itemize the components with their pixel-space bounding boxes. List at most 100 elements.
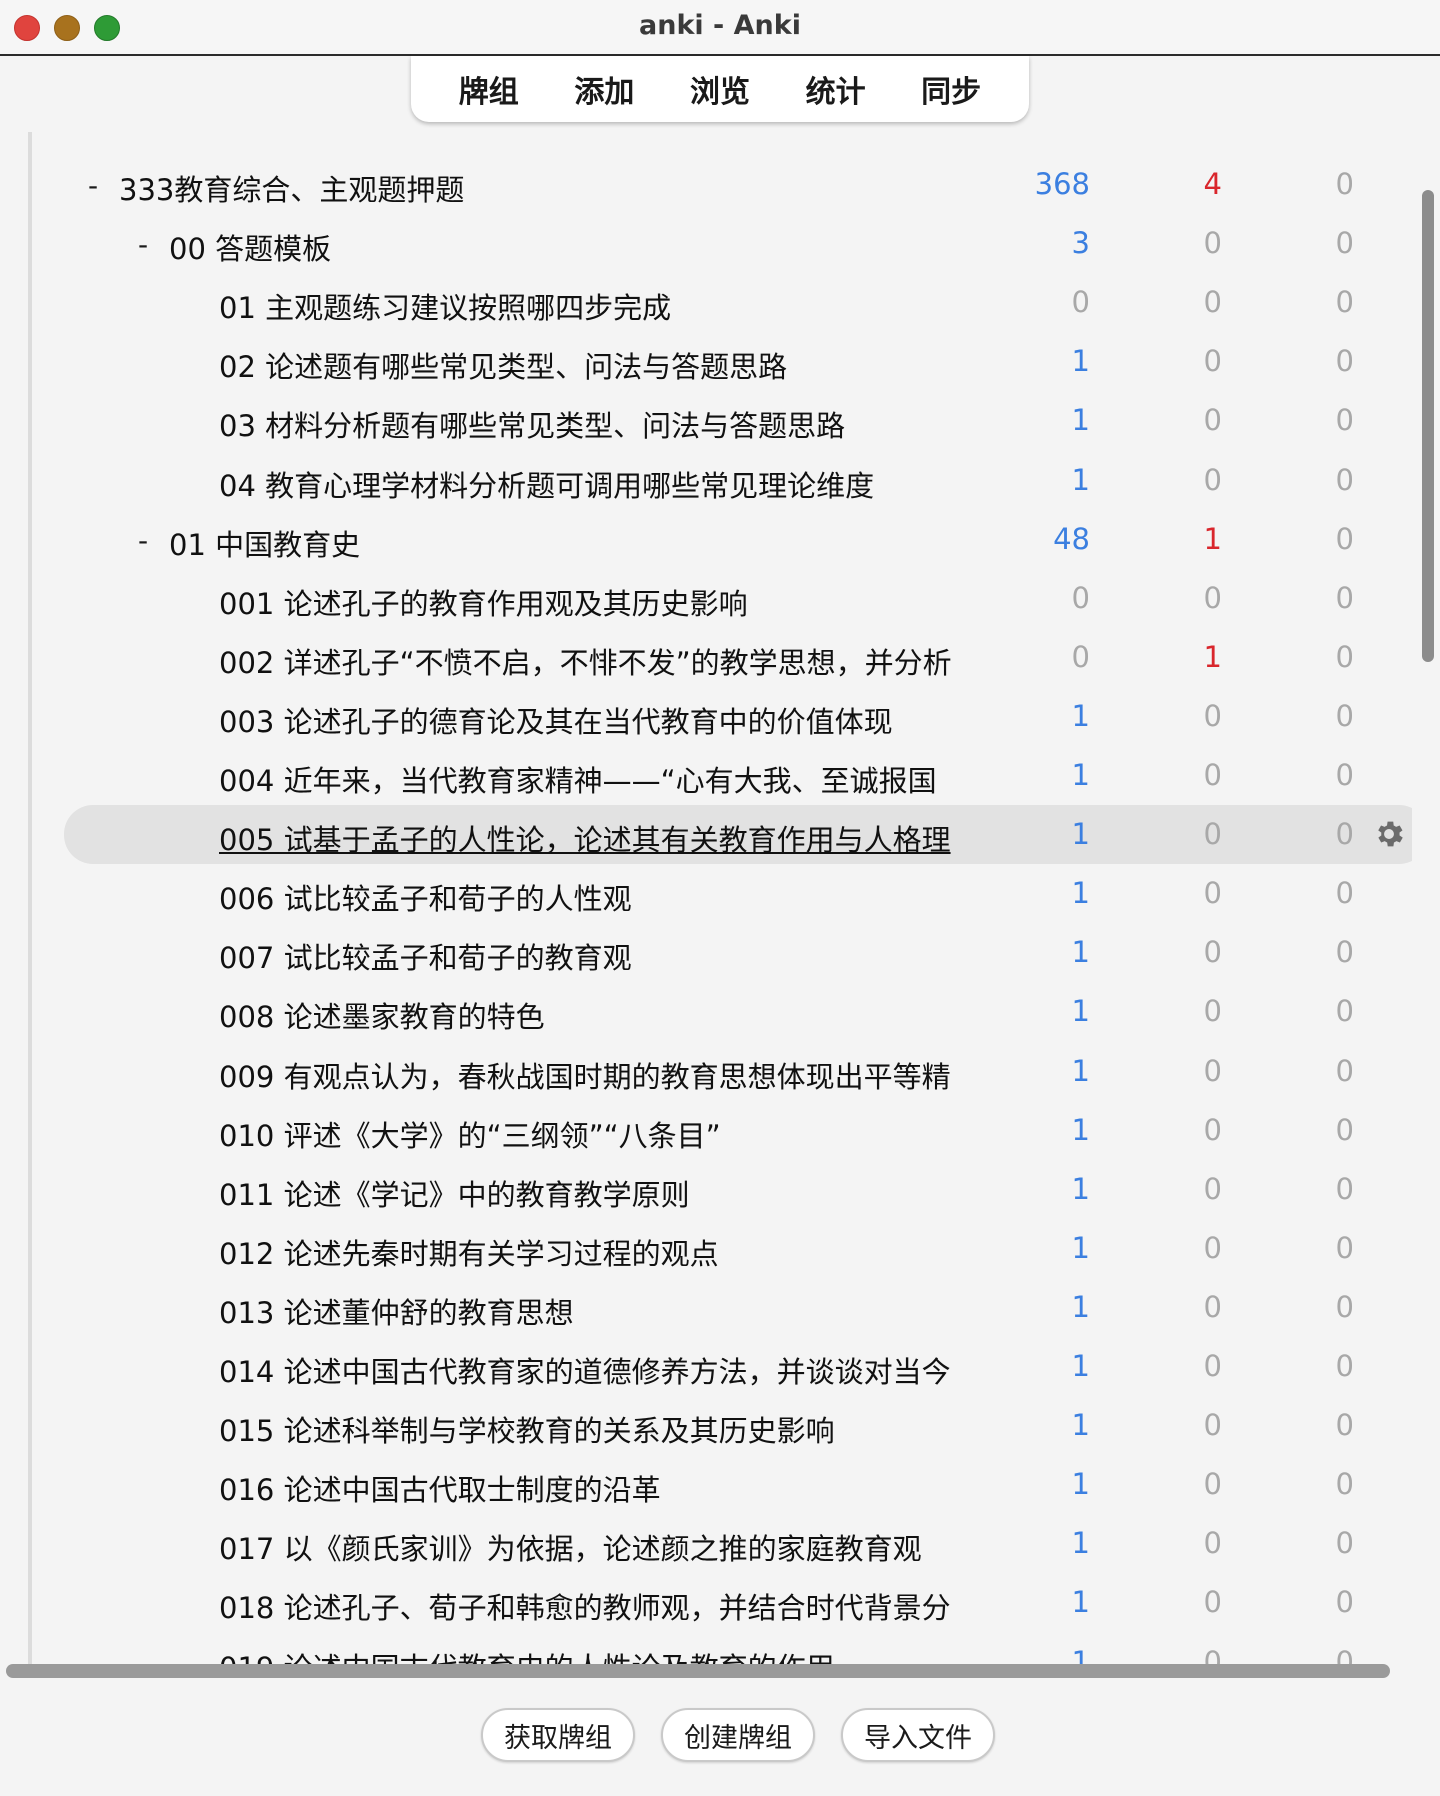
deck-row[interactable]: 013 论述董仲舒的教育思想 1 0 0	[32, 1278, 1412, 1337]
deck-name[interactable]: 007 试比较孟子和荀子的教育观	[219, 935, 632, 977]
deck-row[interactable]: 016 论述中国古代取士制度的沿革 1 0 0	[32, 1455, 1412, 1514]
deck-row[interactable]: 007 试比较孟子和荀子的教育观 1 0 0	[32, 923, 1412, 982]
deck-row[interactable]: 002 详述孔子“不愤不启，不悱不发”的教学思想，并分析 0 1 0	[32, 628, 1412, 687]
deck-review-count: 0	[1335, 167, 1354, 201]
deck-row[interactable]: 003 论述孔子的德育论及其在当代教育中的价值体现 1 0 0	[32, 687, 1412, 746]
bottom-bar: 获取牌组 创建牌组 导入文件	[0, 1708, 1440, 1764]
deck-name[interactable]: 017 以《颜氏家训》为依据，论述颜之推的家庭教育观	[219, 1526, 922, 1568]
deck-row[interactable]: -01 中国教育史 48 1 0	[32, 510, 1412, 569]
deck-review-count: 0	[1335, 1349, 1354, 1383]
deck-name[interactable]: 005 试基于孟子的人性论，论述其有关教育作用与人格理	[219, 817, 951, 859]
deck-name[interactable]: 012 论述先秦时期有关学习过程的观点	[219, 1231, 719, 1273]
deck-new-count: 1	[1071, 344, 1090, 379]
deck-name[interactable]: 01 中国教育史	[169, 522, 360, 564]
deck-review-count: 0	[1335, 1112, 1354, 1147]
deck-new-count: 1	[1071, 758, 1090, 792]
deck-row[interactable]: 009 有观点认为，春秋战国时期的教育思想体现出平等精 1 0 0	[32, 1042, 1412, 1101]
deck-collapse-toggle[interactable]: -	[138, 228, 148, 261]
toolbar-decks[interactable]: 牌组	[451, 67, 527, 111]
deck-review-count: 0	[1335, 817, 1354, 852]
window-title: anki - Anki	[639, 10, 801, 41]
deck-new-count: 1	[1071, 1467, 1090, 1502]
deck-name[interactable]: 011 论述《学记》中的教育教学原则	[219, 1172, 690, 1214]
deck-collapse-toggle[interactable]: -	[138, 524, 148, 557]
deck-learn-count: 1	[1203, 521, 1222, 556]
deck-new-count: 1	[1071, 1289, 1090, 1324]
deck-name[interactable]: 008 论述墨家教育的特色	[219, 994, 545, 1036]
toolbar-add[interactable]: 添加	[566, 67, 642, 111]
deck-row[interactable]: 018 论述孔子、荀子和韩愈的教师观，并结合时代背景分 1 0 0	[32, 1573, 1412, 1632]
deck-row[interactable]: 008 论述墨家教育的特色 1 0 0	[32, 982, 1412, 1041]
deck-review-count: 0	[1335, 1467, 1354, 1502]
deck-name[interactable]: 015 论述科举制与学校教育的关系及其历史影响	[219, 1408, 835, 1450]
deck-name[interactable]: 014 论述中国古代教育家的道德修养方法，并谈谈对当今	[219, 1349, 951, 1391]
toolbar-stats[interactable]: 统计	[798, 67, 874, 111]
deck-name[interactable]: 00 答题模板	[169, 226, 331, 268]
deck-row[interactable]: 010 评述《大学》的“三纲领”“八条目” 1 0 0	[32, 1101, 1412, 1160]
deck-new-count: 1	[1071, 1349, 1090, 1383]
deck-review-count: 0	[1335, 758, 1354, 792]
deck-learn-count: 0	[1203, 1585, 1222, 1620]
deck-name[interactable]: 010 评述《大学》的“三纲领”“八条目”	[219, 1113, 721, 1155]
deck-learn-count: 0	[1203, 580, 1222, 615]
deck-new-count: 0	[1071, 580, 1090, 615]
deck-review-count: 0	[1335, 1289, 1354, 1324]
deck-name[interactable]: 001 论述孔子的教育作用观及其历史影响	[219, 581, 748, 623]
deck-review-count: 0	[1335, 1408, 1354, 1443]
deck-learn-count: 0	[1203, 876, 1222, 911]
anki-main-window: anki - Anki 牌组 添加 浏览 统计 同步 -333教育综合、主观题押…	[0, 0, 1440, 1796]
deck-name[interactable]: 333教育综合、主观题押题	[119, 167, 464, 209]
deck-row[interactable]: 011 论述《学记》中的教育教学原则 1 0 0	[32, 1160, 1412, 1219]
deck-name[interactable]: 013 论述董仲舒的教育思想	[219, 1290, 574, 1332]
deck-learn-count: 0	[1203, 758, 1222, 792]
deck-review-count: 0	[1335, 994, 1354, 1029]
gear-icon[interactable]	[1372, 817, 1406, 851]
deck-learn-count: 0	[1203, 462, 1222, 497]
deck-new-count: 0	[1071, 639, 1090, 674]
deck-row[interactable]: 02 论述题有哪些常见类型、问法与答题思路 1 0 0	[32, 332, 1412, 391]
deck-row[interactable]: 04 教育心理学材料分析题可调用哪些常见理论维度 1 0 0	[32, 451, 1412, 510]
deck-row[interactable]: -333教育综合、主观题押题 368 4 0	[32, 155, 1412, 214]
deck-new-count: 368	[1034, 167, 1090, 201]
deck-learn-count: 0	[1203, 226, 1222, 261]
toolbar-sync[interactable]: 同步	[913, 67, 989, 111]
deck-name[interactable]: 003 论述孔子的德育论及其在当代教育中的价值体现	[219, 699, 893, 741]
get-shared-decks-button[interactable]: 获取牌组	[481, 1708, 635, 1762]
deck-name[interactable]: 006 试比较孟子和荀子的人性观	[219, 876, 632, 918]
deck-name[interactable]: 009 有观点认为，春秋战国时期的教育思想体现出平等精	[219, 1054, 951, 1096]
vertical-scrollbar[interactable]	[1422, 190, 1434, 662]
deck-learn-count: 0	[1203, 1467, 1222, 1502]
horizontal-scrollbar[interactable]	[6, 1664, 1390, 1678]
deck-review-count: 0	[1335, 462, 1354, 497]
deck-row[interactable]: 012 论述先秦时期有关学习过程的观点 1 0 0	[32, 1219, 1412, 1278]
deck-row[interactable]: 001 论述孔子的教育作用观及其历史影响 0 0 0	[32, 569, 1412, 628]
deck-name[interactable]: 002 详述孔子“不愤不启，不悱不发”的教学思想，并分析	[219, 640, 952, 682]
deck-row[interactable]: 017 以《颜氏家训》为依据，论述颜之推的家庭教育观 1 0 0	[32, 1514, 1412, 1573]
deck-row[interactable]: 03 材料分析题有哪些常见类型、问法与答题思路 1 0 0	[32, 391, 1412, 450]
deck-row[interactable]: 015 论述科举制与学校教育的关系及其历史影响 1 0 0	[32, 1396, 1412, 1455]
deck-name[interactable]: 03 材料分析题有哪些常见类型、问法与答题思路	[219, 403, 845, 445]
deck-name[interactable]: 018 论述孔子、荀子和韩愈的教师观，并结合时代背景分	[219, 1585, 951, 1627]
import-file-button[interactable]: 导入文件	[841, 1708, 995, 1762]
deck-row[interactable]: -00 答题模板 3 0 0	[32, 214, 1412, 273]
deck-row[interactable]: 01 主观题练习建议按照哪四步完成 0 0 0	[32, 273, 1412, 332]
deck-learn-count: 0	[1203, 1349, 1222, 1383]
deck-row[interactable]: 004 近年来，当代教育家精神——“心有大我、至诚报国 1 0 0	[32, 746, 1412, 805]
deck-row[interactable]: 006 试比较孟子和荀子的人性观 1 0 0	[32, 864, 1412, 923]
deck-learn-count: 0	[1203, 1289, 1222, 1324]
deck-name[interactable]: 004 近年来，当代教育家精神——“心有大我、至诚报国	[219, 758, 937, 800]
deck-name[interactable]: 01 主观题练习建议按照哪四步完成	[219, 285, 671, 327]
deck-name[interactable]: 02 论述题有哪些常见类型、问法与答题思路	[219, 344, 787, 386]
toolbar-browse[interactable]: 浏览	[682, 67, 758, 111]
create-deck-button[interactable]: 创建牌组	[661, 1708, 815, 1762]
deck-name[interactable]: 04 教育心理学材料分析题可调用哪些常见理论维度	[219, 463, 874, 505]
deck-name[interactable]: 016 论述中国古代取士制度的沿革	[219, 1467, 661, 1509]
deck-collapse-toggle[interactable]: -	[88, 169, 98, 202]
deck-review-count: 0	[1335, 403, 1354, 438]
deck-review-count: 0	[1335, 226, 1354, 261]
deck-row[interactable]: 014 论述中国古代教育家的道德修养方法，并谈谈对当今 1 0 0	[32, 1337, 1412, 1396]
deck-learn-count: 4	[1203, 167, 1222, 201]
deck-list: -333教育综合、主观题押题 368 4 0-00 答题模板 3 0 0 01 主观题练习建议…	[28, 132, 1412, 1672]
deck-row[interactable]: 005 试基于孟子的人性论，论述其有关教育作用与人格理 1 0 0	[32, 805, 1412, 865]
deck-learn-count: 0	[1203, 285, 1222, 320]
